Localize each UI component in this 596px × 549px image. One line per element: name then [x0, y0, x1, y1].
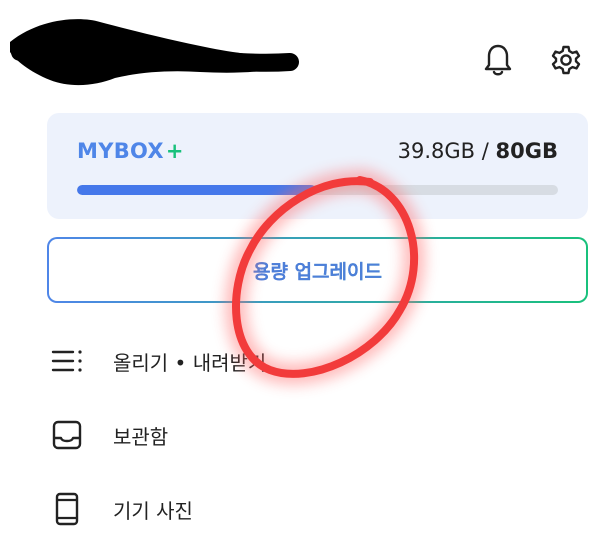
menu-item-device-photos[interactable]: 기기 사진 [47, 481, 567, 537]
storage-card[interactable]: MYBOX+ 39.8GB / 80GB [47, 113, 588, 219]
plan-plus: + [165, 139, 184, 163]
menu-item-upload-download[interactable]: 올리기 • 내려받기 [47, 333, 567, 389]
bell-icon[interactable] [478, 40, 518, 80]
redaction-scribble [10, 19, 299, 86]
used-storage: 39.8GB [397, 139, 476, 163]
total-storage: 80GB [495, 139, 558, 163]
storage-progress-fill [77, 185, 317, 195]
inbox-icon [47, 415, 87, 455]
menu-item-label: 보관함 [113, 424, 169, 449]
plan-name-text: MYBOX [77, 139, 164, 163]
menu-item-label: 올리기 • 내려받기 [113, 350, 267, 375]
storage-usage: 39.8GB / 80GB [398, 139, 558, 163]
list-icon [47, 341, 87, 381]
upgrade-button-label: 용량 업그레이드 [253, 257, 382, 284]
phone-icon [47, 489, 87, 529]
menu-item-storage-box[interactable]: 보관함 [47, 407, 567, 463]
gear-icon[interactable] [546, 40, 586, 80]
usage-separator: / [475, 139, 496, 163]
plan-name: MYBOX+ [77, 139, 184, 163]
menu-item-label: 기기 사진 [113, 498, 193, 523]
header [0, 0, 596, 110]
storage-progress-bar [77, 185, 558, 195]
upgrade-storage-button[interactable]: 용량 업그레이드 [47, 237, 588, 303]
